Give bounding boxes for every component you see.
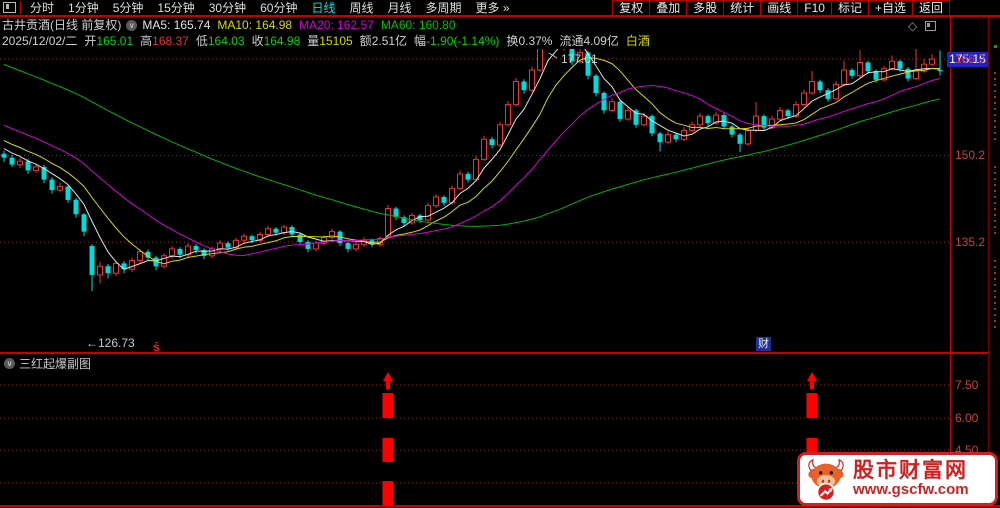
subchart-axis-label: 7.50: [955, 378, 979, 392]
period-tab-8[interactable]: 月线: [381, 1, 419, 15]
field-label: 流通: [559, 34, 584, 48]
site-url: www.gscfw.com: [853, 481, 969, 499]
field-value: -1.90(-1.14%): [426, 34, 500, 48]
strip-marks: [994, 72, 996, 142]
toolbar-divider: [20, 1, 21, 14]
subchart-title: 三红起爆副图: [19, 356, 92, 371]
period-tab-4[interactable]: 30分钟: [202, 1, 253, 15]
toolbar-button-8[interactable]: 返回: [911, 0, 950, 16]
field-value: 15105: [319, 34, 353, 48]
site-logo[interactable]: 股市财富网 www.gscfw.com: [797, 452, 998, 506]
price-axis-label: 135.2: [955, 234, 986, 249]
svg-text:←126.73: ←126.73: [86, 336, 135, 350]
toolbar-button-2[interactable]: 多股: [686, 0, 725, 16]
strip-marks: [994, 166, 996, 236]
axis-separator-line: [950, 17, 951, 506]
ohlc-fields: 开165.01 高168.37 低164.03 收164.98 量15105 额2.51亿…: [84, 34, 656, 48]
field-value: 165.01: [96, 34, 134, 48]
field-label: 幅: [414, 34, 427, 48]
ma-values: MA5: 165.74 MA10: 164.98 MA20: 162.57 MA60:…: [142, 18, 462, 32]
field-value: 164.98: [263, 34, 301, 48]
period-tab-6[interactable]: 日线: [304, 1, 342, 15]
stock-info-row: 古井贡酒(日线 前复权) ∨ MA5: 165.74 MA10: 164.98 MA20…: [2, 17, 463, 33]
field-value: 168.37: [152, 34, 189, 48]
toolbar-button-5[interactable]: F10: [797, 0, 832, 16]
diamond-icon[interactable]: ◇: [908, 19, 917, 33]
price-axis-label: 166.9: [955, 51, 986, 66]
subchart-header: ∨ 三红起爆副图: [4, 356, 92, 371]
field-label: 量: [307, 34, 320, 48]
field-label: 高: [140, 34, 153, 48]
ma-value: MA5: 165.74: [142, 18, 211, 32]
field-label: 开: [84, 34, 97, 48]
period-tab-5[interactable]: 60分钟: [253, 1, 304, 15]
field-value: 4.09亿: [583, 34, 619, 48]
panel-separator[interactable]: [0, 352, 990, 354]
field-label: 额: [359, 34, 372, 48]
panel-icon[interactable]: [925, 21, 937, 31]
toolbar-button-6[interactable]: 标记: [830, 0, 869, 16]
subchart-axis-label: 6.00: [955, 411, 979, 425]
site-name: 股市财富网: [853, 459, 968, 483]
stock-title: 古井贡酒(日线 前复权): [2, 18, 122, 32]
svg-text:177.01: 177.01: [561, 52, 598, 66]
period-tab-2[interactable]: 5分钟: [106, 1, 151, 15]
period-menu: 分时 1分钟 5分钟 15分钟 30分钟 60分钟 日线 周线 月线 多周期 更多 »: [23, 1, 517, 15]
ma-value: MA10: 164.98: [217, 18, 293, 32]
field-value: 0.37%: [518, 34, 553, 48]
period-tab-0[interactable]: 分时: [23, 1, 61, 15]
field-label: 收: [251, 34, 264, 48]
green-dot-marker: [993, 45, 997, 48]
toolbar-button-0[interactable]: 复权: [612, 0, 651, 16]
ohlc-info-row: 2025/12/02/二 开165.01 高168.37 低164.03 收164.98…: [2, 33, 657, 49]
period-tab-1[interactable]: 1分钟: [61, 1, 106, 15]
window-layout-icon[interactable]: [3, 2, 16, 13]
toolbar-buttons: 复权 叠加 多股 统计 画线 F10 标记 +自选 返回: [612, 0, 950, 16]
cai-watermark: 财: [756, 337, 771, 351]
field-value: 白酒: [625, 34, 650, 48]
field-label: 低: [195, 34, 208, 48]
toolbar-button-1[interactable]: 叠加: [649, 0, 688, 16]
chevron-down-icon[interactable]: ∨: [4, 357, 15, 369]
main-chart-canvas[interactable]: 177.01←126.73 ṡ: [0, 49, 950, 353]
period-toolbar: 分时 1分钟 5分钟 15分钟 30分钟 60分钟 日线 周线 月线 多周期 更多 » 复权 叠加 多股…: [0, 0, 1000, 17]
period-tab-3[interactable]: 15分钟: [150, 1, 201, 15]
period-tab-10[interactable]: 更多 »: [469, 1, 517, 15]
chart-corner-icons: ◇: [908, 19, 937, 33]
date-label: 2025/12/02/二: [2, 34, 78, 48]
price-axis-label: 150.2: [955, 148, 986, 163]
ma-value: MA20: 162.57: [299, 18, 374, 32]
field-label: 换: [506, 34, 519, 48]
strip-marks: [994, 260, 996, 330]
field-value: 2.51亿: [371, 34, 408, 48]
toolbar-button-4[interactable]: 画线: [760, 0, 799, 16]
period-tab-9[interactable]: 多周期: [419, 1, 469, 15]
toolbar-button-7[interactable]: +自选: [867, 0, 913, 16]
ma-value: MA60: 160.80: [380, 18, 456, 32]
period-tab-7[interactable]: 周线: [342, 1, 380, 15]
chevron-down-icon[interactable]: ∨: [126, 20, 138, 32]
toolbar-button-3[interactable]: 统计: [723, 0, 762, 16]
signal-marker: [382, 372, 394, 506]
field-value: 164.03: [207, 34, 245, 48]
bull-icon: [808, 458, 844, 502]
stock-app-window: { "icons": {"chevron_down": "∨", "diamon…: [0, 0, 1000, 508]
right-collapsed-panel[interactable]: [988, 17, 1000, 506]
